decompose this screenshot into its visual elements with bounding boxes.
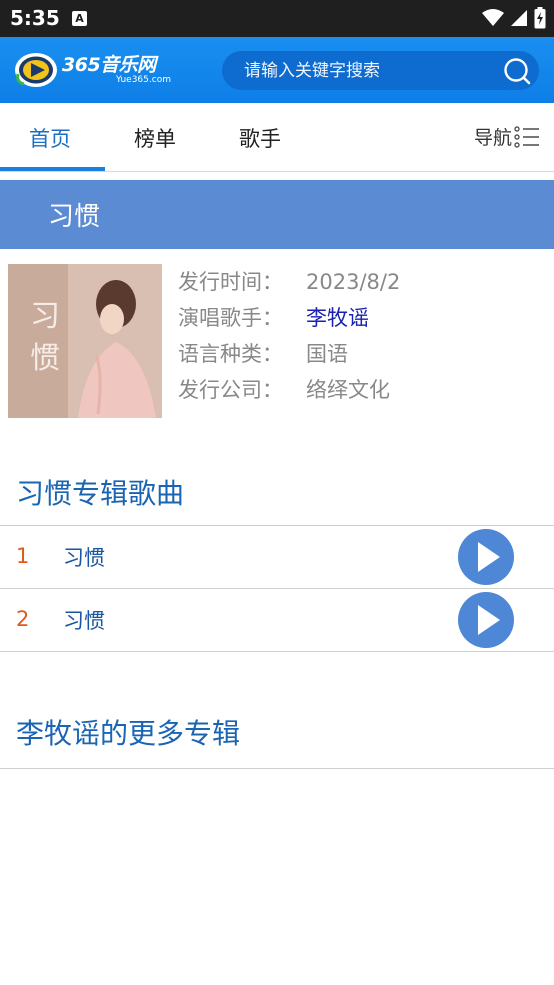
battery-icon [534, 7, 546, 29]
info-value: 络绎文化 [306, 378, 390, 402]
info-key: 发行公司： [178, 378, 283, 402]
info-company: 发行公司： 络绎文化 [178, 374, 400, 410]
song-title[interactable]: 习惯 [63, 605, 105, 635]
song-row[interactable]: 2 习惯 [0, 589, 554, 652]
info-key: 语言种类： [178, 342, 283, 366]
status-bar: 5:35 A [0, 0, 554, 37]
more-albums-header: 李牧谣的更多专辑 [0, 700, 554, 769]
nav-menu-button[interactable]: 导航 [474, 123, 540, 150]
list-menu-icon [514, 125, 539, 148]
play-icon[interactable] [458, 592, 514, 648]
song-title[interactable]: 习惯 [63, 542, 105, 572]
play-icon[interactable] [458, 529, 514, 585]
track-number: 2 [16, 607, 30, 631]
logo-title: 365音乐网 [62, 54, 156, 76]
logo-text: 365音乐网 Yue365.com [62, 55, 171, 85]
system-icons [482, 7, 546, 29]
more-albums-title[interactable]: 李牧谣的更多专辑 [16, 712, 240, 752]
album-cover-image[interactable]: 习 惯 [8, 264, 162, 418]
info-language: 语言种类： 国语 [178, 338, 400, 374]
info-release-date: 发行时间： 2023/8/2 [178, 266, 400, 302]
svg-text:惯: 惯 [30, 341, 60, 376]
tab-charts[interactable]: 榜单 [134, 123, 176, 153]
tab-singers[interactable]: 歌手 [239, 123, 281, 153]
singer-link[interactable]: 李牧谣 [306, 306, 369, 330]
svg-text:习: 习 [30, 299, 60, 334]
album-title-bar: 习惯 [0, 180, 554, 249]
search-icon[interactable] [503, 57, 531, 85]
tab-bar: 首页 榜单 歌手 导航 [0, 103, 554, 172]
song-row[interactable]: 1 习惯 [0, 526, 554, 589]
search-box [222, 51, 539, 90]
nav-label: 导航 [473, 127, 512, 149]
album-info: 发行时间： 2023/8/2 演唱歌手： 李牧谣 语言种类： 国语 发行公司： 络绎文化 [178, 266, 400, 410]
songs-section-header: 习惯专辑歌曲 [0, 460, 554, 526]
notification-a-icon: A [72, 11, 87, 26]
music-disc-logo-icon [15, 53, 57, 87]
info-key: 发行时间： [178, 270, 283, 294]
album-art: 习 惯 [8, 264, 162, 418]
info-value: 2023/8/2 [306, 270, 401, 294]
track-number: 1 [16, 544, 30, 568]
active-tab-indicator [0, 167, 105, 171]
logo-subtitle: Yue365.com [116, 75, 171, 85]
wifi-icon [482, 9, 504, 26]
album-title: 习惯 [48, 202, 101, 232]
tab-home[interactable]: 首页 [29, 123, 71, 153]
info-singer: 演唱歌手： 李牧谣 [178, 302, 400, 338]
info-key: 演唱歌手： [178, 306, 283, 330]
signal-icon [511, 10, 527, 26]
info-value: 国语 [306, 342, 348, 366]
songs-section-title: 习惯专辑歌曲 [16, 477, 185, 510]
app-header: 365音乐网 Yue365.com [0, 37, 554, 103]
site-logo[interactable]: 365音乐网 Yue365.com [14, 51, 171, 89]
status-time: 5:35 [10, 6, 60, 30]
search-input[interactable] [244, 51, 494, 90]
